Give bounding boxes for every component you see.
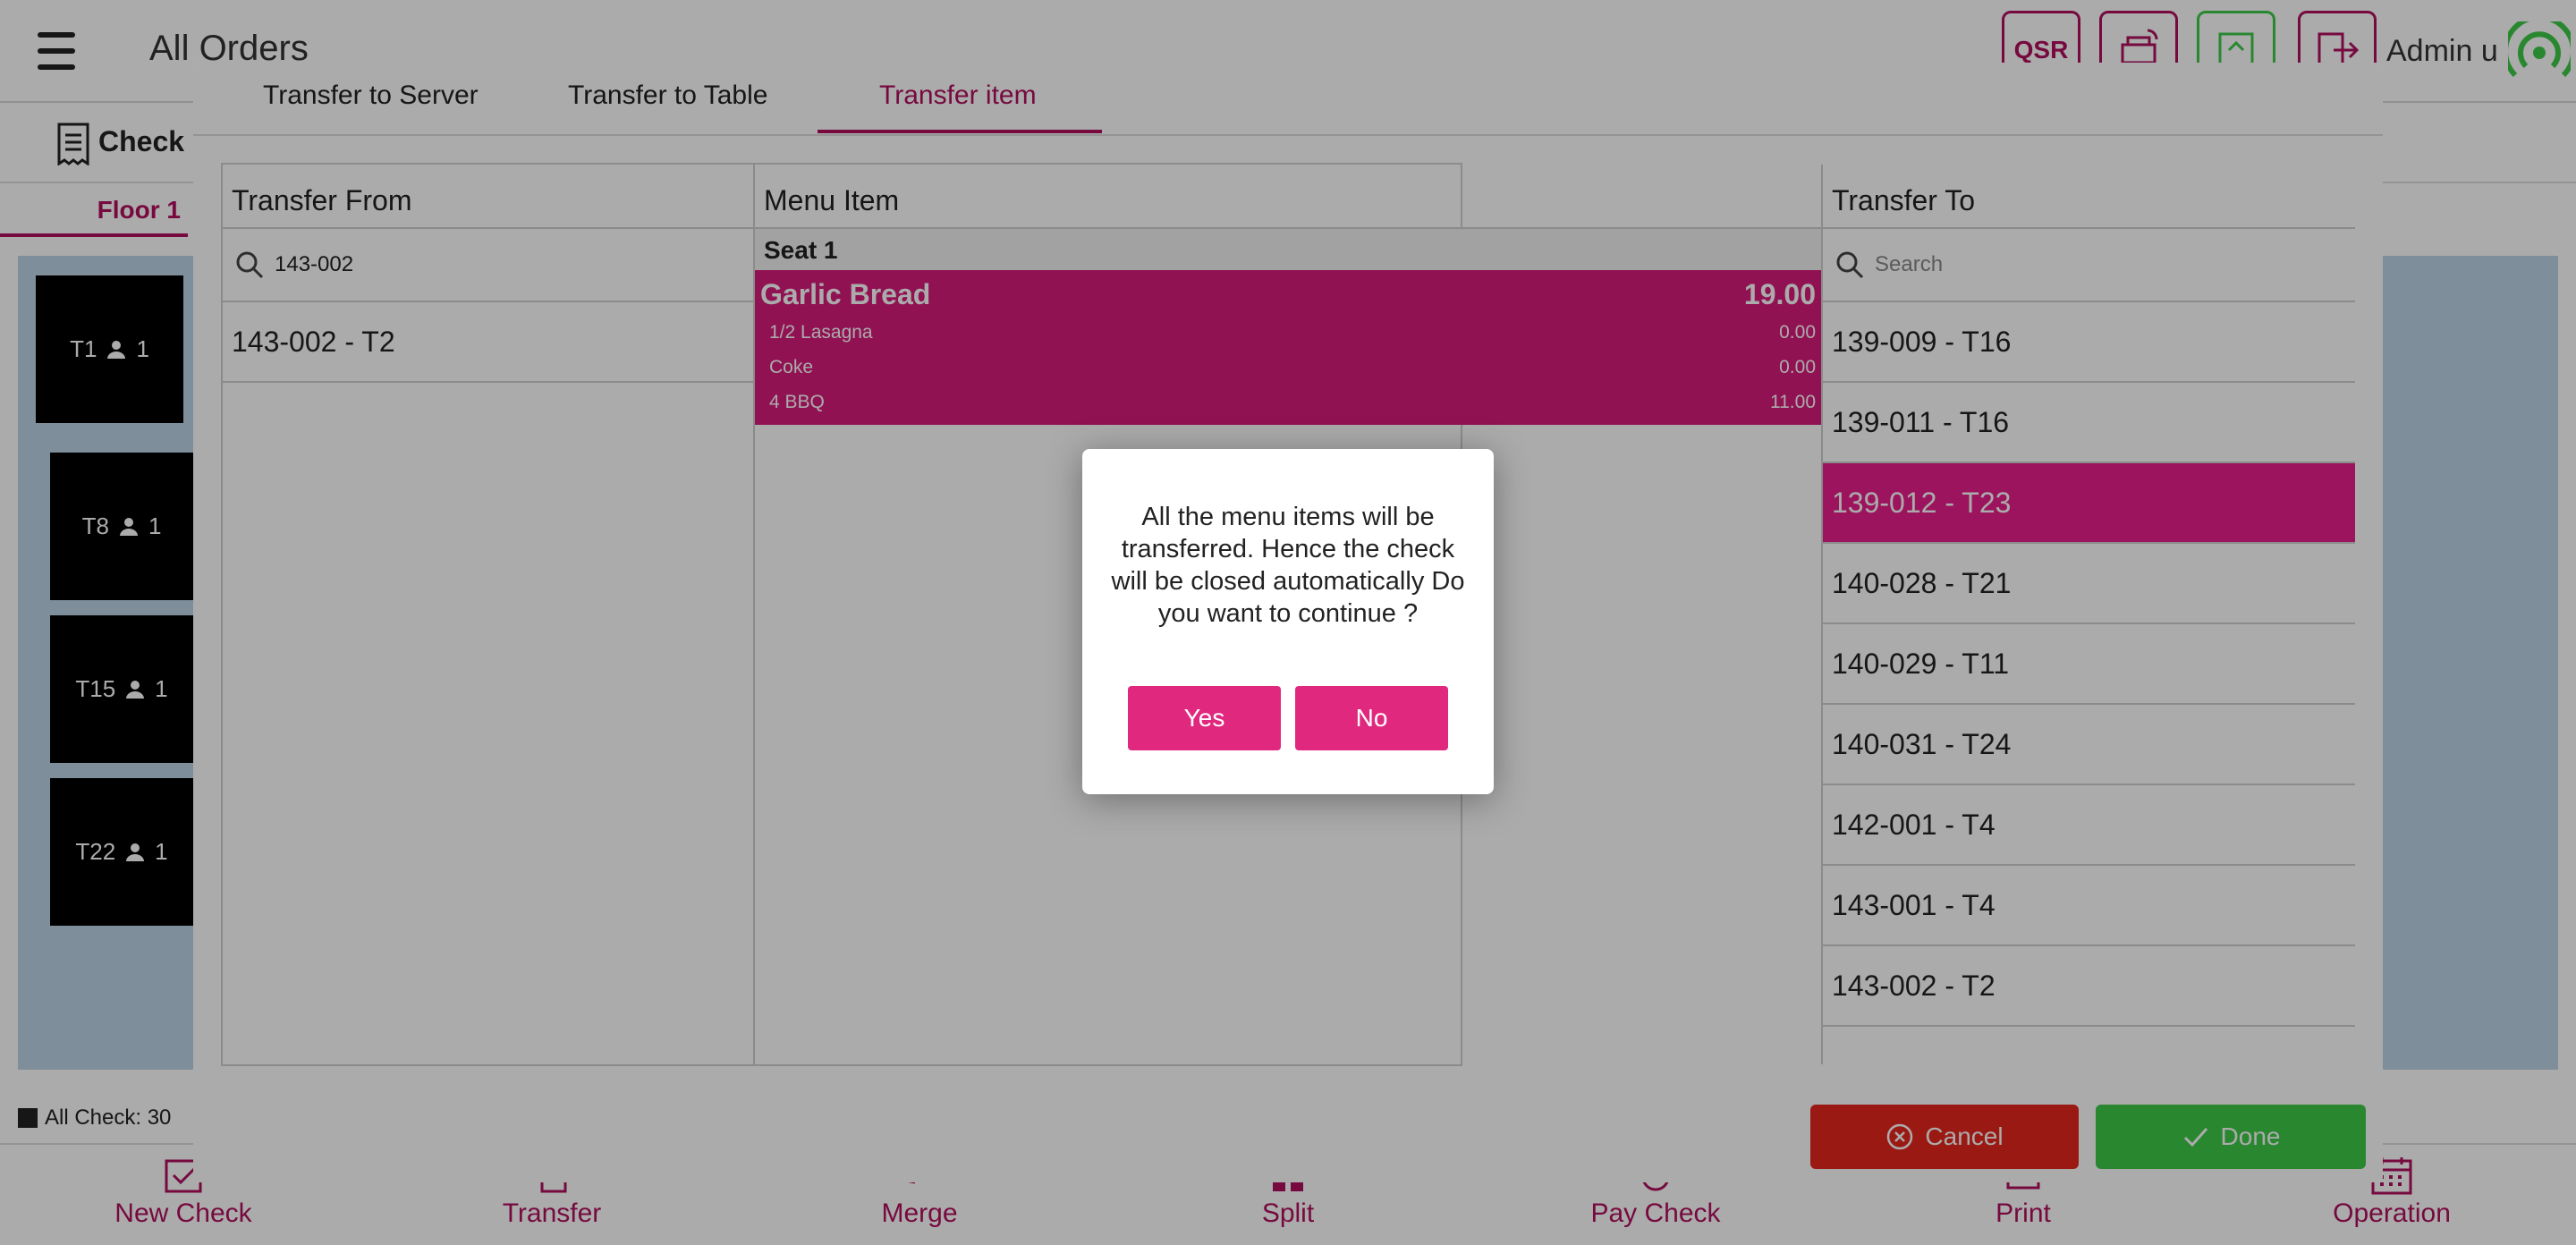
confirm-message: All the menu items will be transferred. … bbox=[1111, 503, 1465, 628]
confirm-dialog: All the menu items will be transferred. … bbox=[1082, 449, 1494, 794]
yes-button[interactable]: Yes bbox=[1128, 686, 1281, 750]
no-button[interactable]: No bbox=[1295, 686, 1448, 750]
